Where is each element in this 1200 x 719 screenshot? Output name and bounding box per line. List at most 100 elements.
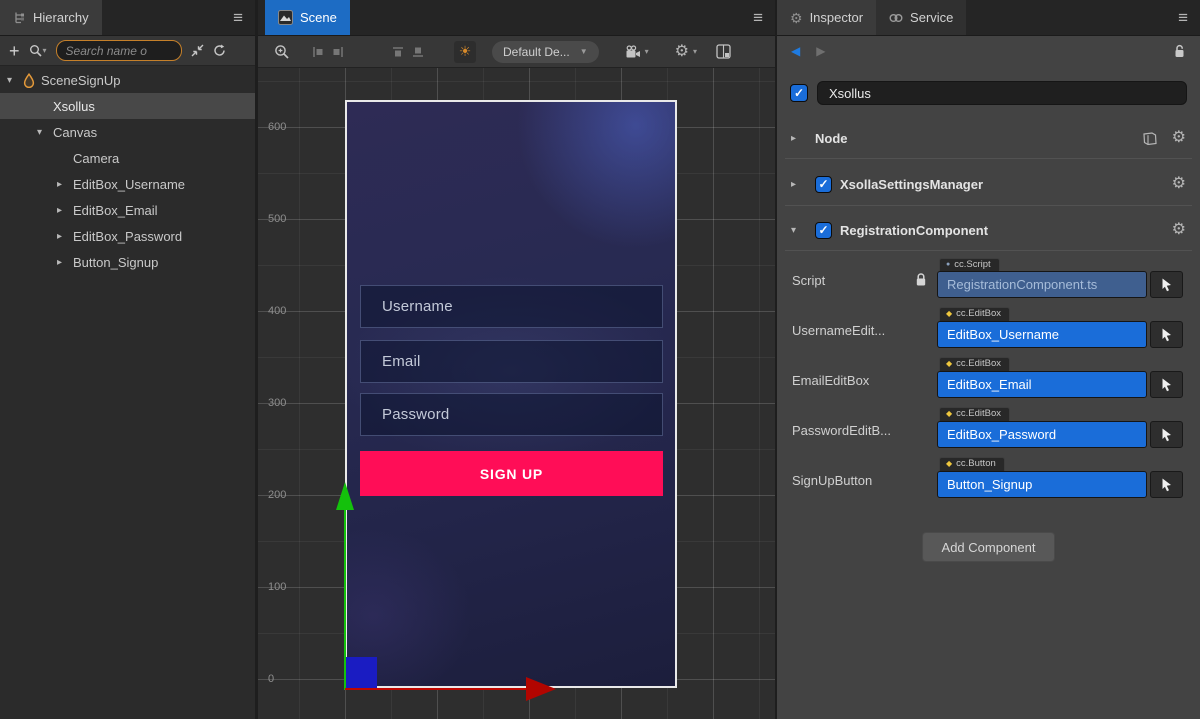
component-enabled-checkbox[interactable]: ✓ bbox=[815, 176, 832, 193]
gear-icon: ⚙ bbox=[675, 44, 689, 60]
add-component-button[interactable]: Add Component bbox=[922, 532, 1056, 562]
ruler-label: 200 bbox=[268, 489, 286, 501]
email-editbox-reference-field[interactable]: EditBox_Email bbox=[937, 371, 1147, 398]
property-row-script: Script ● cc.Script RegistrationComponent… bbox=[777, 253, 1200, 301]
scene-canvas[interactable]: Username Email Password SIGN UP bbox=[345, 100, 677, 688]
node-name-field[interactable]: Xsollus bbox=[817, 81, 1187, 105]
property-label: PasswordEditB... bbox=[792, 423, 891, 438]
unlock-icon[interactable] bbox=[1173, 44, 1186, 59]
registration-component-header[interactable]: ▾ ✓ RegistrationComponent ⚙ bbox=[777, 216, 1200, 244]
scene-light-toggle[interactable]: ☀ bbox=[454, 41, 476, 63]
inspector-menu-icon[interactable]: ≡ bbox=[1178, 8, 1188, 28]
layout-split-icon[interactable] bbox=[713, 42, 733, 62]
disclosure-right-icon[interactable]: ▸ bbox=[57, 179, 73, 190]
tree-node-canvas[interactable]: ▾ Canvas bbox=[0, 119, 255, 145]
editbox-diamond-icon: ◆ bbox=[946, 360, 952, 369]
disclosure-right-icon[interactable]: ▸ bbox=[791, 133, 807, 144]
tree-node-xsollus[interactable]: Xsollus bbox=[0, 93, 255, 119]
component-type-tag: ◆ cc.EditBox bbox=[939, 407, 1010, 420]
signup-button[interactable]: SIGN UP bbox=[360, 451, 663, 496]
divider bbox=[785, 250, 1192, 251]
locate-node-button[interactable] bbox=[1150, 421, 1183, 448]
tree-node-editbox-email[interactable]: ▸ EditBox_Email bbox=[0, 197, 255, 223]
tree-node-button-signup[interactable]: ▸ Button_Signup bbox=[0, 249, 255, 275]
disclosure-right-icon[interactable]: ▸ bbox=[57, 231, 73, 242]
component-type-tag: ◆ cc.EditBox bbox=[939, 357, 1010, 370]
locate-node-button[interactable] bbox=[1150, 321, 1183, 348]
create-node-button[interactable]: + bbox=[9, 42, 20, 60]
node-gear-icon[interactable]: ⚙ bbox=[1172, 130, 1186, 146]
history-back-button[interactable]: ◀ bbox=[791, 44, 800, 58]
origin-handle[interactable] bbox=[346, 657, 377, 688]
search-filter-caret-icon: ▾ bbox=[43, 46, 47, 55]
docs-book-icon[interactable] bbox=[1142, 132, 1158, 145]
password-editbox-reference-field[interactable]: EditBox_Password bbox=[937, 421, 1147, 448]
hierarchy-tree: ▾ SceneSignUp Xsollus ▾ Canvas Camera ▸ … bbox=[0, 67, 255, 719]
collapse-all-icon[interactable] bbox=[191, 44, 204, 57]
scene-menu-icon[interactable]: ≡ bbox=[753, 8, 763, 28]
y-axis-arrow-icon[interactable] bbox=[336, 482, 354, 510]
tab-service[interactable]: Service bbox=[876, 0, 966, 35]
align-left-icon[interactable] bbox=[308, 42, 328, 62]
locate-node-button[interactable] bbox=[1150, 371, 1183, 398]
component-gear-icon[interactable]: ⚙ bbox=[1172, 222, 1186, 238]
component-gear-icon[interactable]: ⚙ bbox=[1172, 176, 1186, 192]
search-input[interactable] bbox=[56, 40, 182, 61]
disclosure-down-icon[interactable]: ▾ bbox=[37, 127, 53, 138]
tree-node-camera[interactable]: Camera bbox=[0, 145, 255, 171]
username-editbox-reference-field[interactable]: EditBox_Username bbox=[937, 321, 1147, 348]
email-editbox[interactable]: Email bbox=[360, 340, 663, 383]
tab-hierarchy[interactable]: Hierarchy bbox=[0, 0, 102, 35]
tab-scene[interactable]: Scene bbox=[265, 0, 350, 35]
scene-tabbar: Scene ≡ bbox=[258, 0, 775, 36]
history-forward-button[interactable]: ▶ bbox=[816, 44, 825, 58]
tab-inspector[interactable]: ⚙ Inspector bbox=[777, 0, 876, 35]
ruler-label: 600 bbox=[268, 121, 286, 133]
zoom-region-icon[interactable] bbox=[272, 42, 292, 62]
registration-component-title: RegistrationComponent bbox=[840, 223, 988, 238]
align-top-icon[interactable] bbox=[388, 42, 408, 62]
password-editbox[interactable]: Password bbox=[360, 393, 663, 436]
camera-gizmo-button[interactable]: ▾ bbox=[625, 45, 649, 59]
tree-node-editbox-password[interactable]: ▸ EditBox_Password bbox=[0, 223, 255, 249]
tree-node-label: EditBox_Email bbox=[73, 203, 158, 218]
x-axis-gizmo[interactable] bbox=[345, 688, 527, 690]
disclosure-right-icon[interactable]: ▸ bbox=[57, 257, 73, 268]
align-right-icon[interactable] bbox=[328, 42, 348, 62]
disclosure-right-icon[interactable]: ▸ bbox=[791, 179, 807, 190]
ruler-label: 0 bbox=[268, 673, 274, 685]
inspector-tabbar: ⚙ Inspector Service ≡ bbox=[777, 0, 1200, 36]
ruler-label: 100 bbox=[268, 581, 286, 593]
scene-toolbar: ☀ Default De... ▼ ▾ ⚙ ▾ bbox=[258, 36, 775, 68]
disclosure-down-icon[interactable]: ▾ bbox=[7, 75, 23, 86]
property-label: UsernameEdit... bbox=[792, 323, 885, 338]
scene-viewport[interactable]: 600 500 400 300 200 100 0 Username Email… bbox=[258, 68, 775, 719]
tab-service-label: Service bbox=[910, 10, 953, 25]
search-filter-button[interactable]: ▾ bbox=[29, 44, 47, 57]
scene-settings-button[interactable]: ⚙ ▾ bbox=[675, 44, 697, 60]
settings-manager-header[interactable]: ▸ ✓ XsollaSettingsManager ⚙ bbox=[777, 170, 1200, 198]
camera-view-dropdown[interactable]: Default De... ▼ bbox=[492, 41, 599, 63]
inspector-panel: ⚙ Inspector Service ≡ ◀ ▶ ✓ Xsollus ▸ No… bbox=[775, 0, 1200, 719]
node-active-checkbox[interactable]: ✓ bbox=[790, 84, 808, 102]
disclosure-right-icon[interactable]: ▸ bbox=[57, 205, 73, 216]
tree-node-scenesignup[interactable]: ▾ SceneSignUp bbox=[0, 67, 255, 93]
divider bbox=[785, 205, 1192, 206]
property-row-username-editbox: UsernameEdit... ◆ cc.EditBox EditBox_Use… bbox=[777, 303, 1200, 351]
component-enabled-checkbox[interactable]: ✓ bbox=[815, 222, 832, 239]
divider bbox=[785, 158, 1192, 159]
node-section-header[interactable]: ▸ Node ⚙ bbox=[777, 124, 1200, 152]
locate-asset-button[interactable] bbox=[1150, 271, 1183, 298]
signup-button-reference-field[interactable]: Button_Signup bbox=[937, 471, 1147, 498]
refresh-icon[interactable] bbox=[213, 44, 226, 57]
x-axis-arrow-icon[interactable] bbox=[526, 677, 556, 701]
username-editbox[interactable]: Username bbox=[360, 285, 663, 328]
settings-caret-icon: ▾ bbox=[693, 47, 697, 56]
align-bottom-icon[interactable] bbox=[408, 42, 428, 62]
disclosure-down-icon[interactable]: ▾ bbox=[791, 225, 807, 236]
locate-node-button[interactable] bbox=[1150, 471, 1183, 498]
hierarchy-menu-icon[interactable]: ≡ bbox=[233, 8, 243, 28]
asset-type-tag: ● cc.Script bbox=[939, 258, 1000, 271]
tree-node-editbox-username[interactable]: ▸ EditBox_Username bbox=[0, 171, 255, 197]
script-reference-field[interactable]: RegistrationComponent.ts bbox=[937, 271, 1147, 298]
